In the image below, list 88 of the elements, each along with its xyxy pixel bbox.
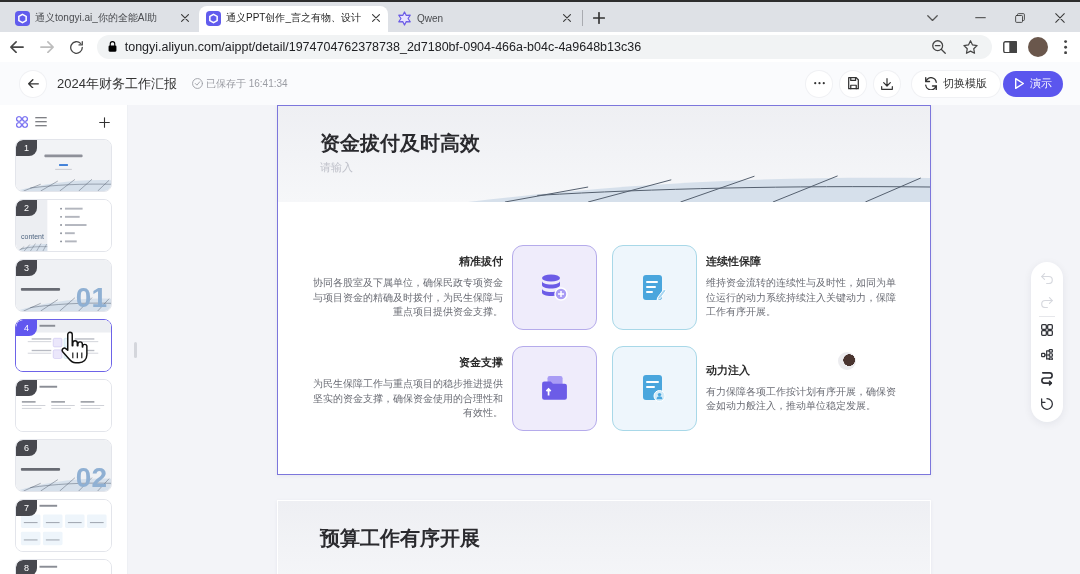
slide-thumbnail[interactable]: 4 (15, 319, 112, 372)
feature-description: 维持资金流转的连续性与及时性，如同为单位运行的动力系统持续注入关键动力，保障工作有序开展。 (705, 276, 897, 320)
hierarchy-icon (1041, 349, 1053, 361)
tab-close-button[interactable] (178, 11, 192, 25)
redo-icon (1041, 297, 1053, 309)
chevron-down-icon (926, 14, 938, 22)
browser-tab[interactable]: 通义tongyi.ai_你的全能AI助 (8, 6, 197, 32)
add-slide-button[interactable] (97, 114, 111, 130)
rotate-arrows-icon (925, 76, 937, 91)
slide-number-badge: 1 (16, 140, 37, 156)
address-bar[interactable]: tongyi.aliyun.com/aippt/detail/1974704762378738_2d7180bf-0904-466a-b04c-4a9648b13c36 (96, 35, 993, 59)
saved-status: 已保存于 16:41:34 (205, 76, 288, 91)
slide-title: 资金拔付及时高效 (320, 131, 481, 155)
database-icon (540, 273, 568, 301)
back-arrow-icon (9, 40, 24, 54)
avatar-icon[interactable] (1028, 37, 1049, 57)
close-icon (563, 14, 571, 22)
side-panel-icon (1003, 40, 1018, 54)
slide-thumbnail[interactable]: 01 3 (15, 259, 112, 312)
folder-upload-icon (540, 375, 568, 401)
grid-view-button[interactable] (15, 114, 29, 130)
hand-cursor-icon (61, 331, 88, 364)
avatar-icon (838, 352, 856, 370)
slide-thumbnail[interactable]: 7 (15, 499, 112, 552)
star-logo-icon (397, 10, 412, 26)
feature-description: 协同各股室及下属单位，确保民政专项资金与项目资金的精确及时拨付，为民生保障与重点项目提供资金支撑。 (311, 276, 503, 320)
slide-number-badge: 5 (16, 380, 37, 396)
note-edit-icon (641, 273, 667, 301)
play-icon (1015, 77, 1024, 90)
section-number: 01 (75, 285, 107, 311)
reload-icon (70, 40, 84, 54)
present-button[interactable]: 演示 (1003, 70, 1063, 97)
profile-document-icon (642, 374, 666, 402)
slide[interactable] (277, 105, 931, 475)
close-icon (372, 14, 380, 22)
browser-tab[interactable]: Qwen (390, 6, 579, 32)
check-circle-icon (191, 78, 203, 89)
plus-icon (98, 116, 110, 128)
app-logo-icon (15, 10, 30, 26)
save-icon (847, 77, 859, 90)
app-logo-icon (206, 10, 221, 26)
lock-icon (107, 41, 117, 53)
plus-icon (593, 12, 605, 24)
list-view-icon (35, 117, 47, 127)
star-icon (962, 39, 978, 55)
minimize-icon (974, 17, 986, 19)
slide-thumbnail[interactable]: 5 (15, 379, 112, 432)
browser-tab[interactable]: 通义PPT创作_言之有物、设计 (199, 6, 388, 32)
back-arrow-icon (27, 78, 39, 89)
tab-close-button[interactable] (369, 11, 383, 25)
feature-title: 连续性保障 (705, 254, 762, 269)
download-button[interactable] (874, 70, 900, 97)
document-title: 2024年财务工作汇报 (57, 74, 177, 93)
forward-arrow-icon (39, 40, 54, 54)
feature-title: 资金支撑 (457, 355, 503, 370)
slide-number-badge: 2 (16, 200, 37, 216)
section-number: 02 (75, 465, 107, 491)
slide-thumbnail[interactable]: 1 (15, 139, 112, 192)
zoom-out-icon (932, 40, 947, 54)
slide-thumbnail[interactable]: 8 (15, 559, 112, 574)
restore-icon (1015, 13, 1025, 23)
grid-view-icon (16, 116, 28, 128)
back-button[interactable] (20, 70, 46, 97)
slide-number-badge: 6 (16, 440, 37, 456)
slide-thumbnail[interactable]: 02 6 (15, 439, 112, 492)
url-text: tongyi.aliyun.com/aippt/detail/1974704762378738_2d7180bf-0904-466a-b04c-4a9648b13c36 (124, 40, 643, 54)
close-icon (181, 14, 189, 22)
tab-close-button[interactable] (560, 11, 574, 25)
circular-arrow-icon (1041, 397, 1053, 410)
slide-number-badge: 7 (16, 500, 37, 516)
switch-template-button[interactable]: 切换模版 (912, 70, 1000, 97)
kebab-menu-icon (1064, 39, 1068, 55)
slide[interactable]: 预算工作有序开展 (277, 500, 931, 574)
grid-icon (1041, 324, 1053, 337)
slide-number-badge: 4 (16, 320, 37, 336)
feature-title: 精准拔付 (457, 254, 503, 269)
save-button[interactable] (840, 70, 866, 97)
feature-title: 动力注入 (705, 362, 751, 377)
slide-title: 预算工作有序开展 (320, 526, 481, 550)
close-icon (1055, 13, 1065, 23)
feature-description: 为民生保障工作与重点项目的稳步推进提供坚实的资金支撑，确保资金使用的合理性和有效性。 (311, 377, 503, 421)
undo-icon (1041, 272, 1053, 284)
slide-number-badge: 3 (16, 260, 37, 276)
download-icon (881, 77, 893, 90)
feature-description: 有力保障各项工作按计划有序开展，确保资金如动力般注入，推动单位稳定发展。 (705, 384, 897, 413)
slide-number-badge: 8 (16, 560, 37, 574)
curved-arrow-icon (1041, 372, 1053, 387)
more-icon (813, 82, 825, 85)
